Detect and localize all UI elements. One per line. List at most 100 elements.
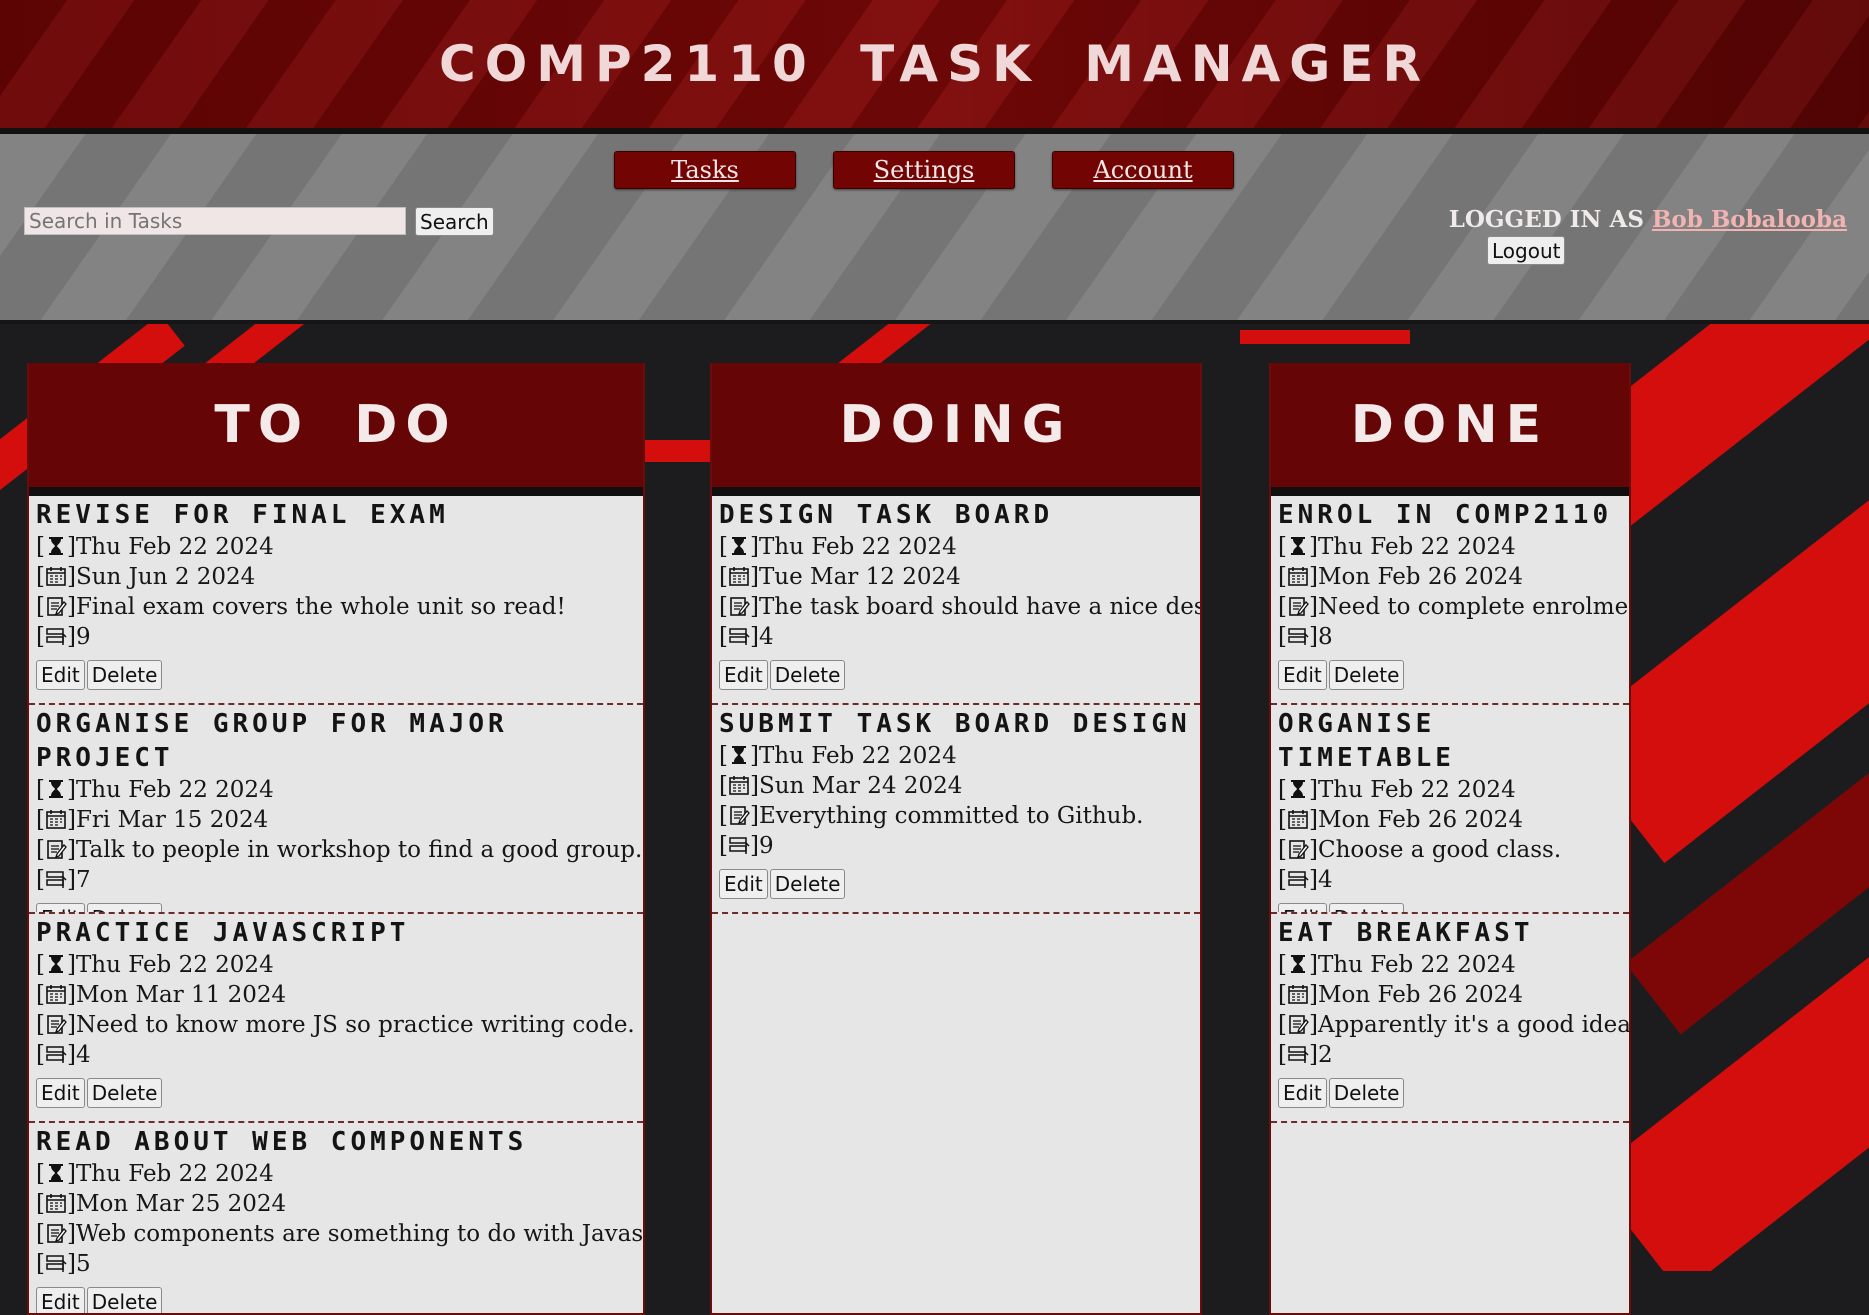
task-card[interactable]: EAT BREAKFAST []Thu Feb 22 2024 []Mon Fe… bbox=[1271, 914, 1629, 1123]
task-actions: EditDelete bbox=[36, 660, 643, 690]
nav-tasks-button[interactable]: Tasks bbox=[614, 151, 796, 189]
task-due-row: []Mon Feb 26 2024 bbox=[1278, 982, 1523, 1008]
calendar-icon bbox=[45, 1192, 67, 1214]
task-priority: 9 bbox=[758, 833, 774, 859]
column-header: DOING bbox=[712, 363, 1200, 496]
column-todo: TO DO REVISE FOR FINAL EXAM []Thu Feb 22… bbox=[27, 363, 645, 1315]
edit-button[interactable]: Edit bbox=[36, 1287, 85, 1313]
delete-button[interactable]: Delete bbox=[86, 660, 163, 690]
task-card[interactable]: ORGANISE TIMETABLE []Thu Feb 22 2024 []M… bbox=[1271, 705, 1629, 914]
nav-settings-button[interactable]: Settings bbox=[833, 151, 1015, 189]
task-priority: 8 bbox=[1317, 624, 1333, 650]
task-created-row: []Thu Feb 22 2024 bbox=[36, 534, 274, 560]
column-header: DONE bbox=[1271, 363, 1629, 496]
edit-button[interactable]: Edit bbox=[36, 903, 85, 912]
hourglass-icon bbox=[45, 535, 67, 557]
edit-button[interactable]: Edit bbox=[36, 660, 85, 690]
column-title: DONE bbox=[1350, 395, 1550, 455]
task-due-row: []Mon Feb 26 2024 bbox=[1278, 564, 1523, 590]
login-status-label: LOGGED IN AS bbox=[1448, 206, 1644, 233]
hourglass-icon bbox=[1287, 535, 1309, 557]
task-created-date: Thu Feb 22 2024 bbox=[75, 777, 274, 803]
delete-button[interactable]: Delete bbox=[1328, 1078, 1405, 1108]
calendar-icon bbox=[728, 565, 750, 587]
nav-account-button[interactable]: Account bbox=[1052, 151, 1234, 189]
task-due-date: Mon Feb 26 2024 bbox=[1317, 564, 1523, 590]
task-card[interactable]: ORGANISE GROUP FOR MAJOR PROJECT []Thu F… bbox=[29, 705, 643, 914]
task-card[interactable]: DESIGN TASK BOARD []Thu Feb 22 2024 []Tu… bbox=[712, 496, 1200, 705]
delete-button[interactable]: Delete bbox=[86, 1287, 163, 1313]
task-due-date: Tue Mar 12 2024 bbox=[758, 564, 961, 590]
task-summary-row: []Apparently it's a good idea. bbox=[1278, 1010, 1629, 1040]
edit-button[interactable]: Edit bbox=[36, 1078, 85, 1108]
edit-button[interactable]: Edit bbox=[1278, 903, 1327, 912]
task-created-date: Thu Feb 22 2024 bbox=[75, 1161, 274, 1187]
task-due-date: Sun Jun 2 2024 bbox=[75, 564, 256, 590]
user-link[interactable]: Bob Bobalooba bbox=[1652, 206, 1847, 233]
priority-icon bbox=[45, 625, 67, 647]
task-summary-row: []Need to know more JS so practice writi… bbox=[36, 1012, 635, 1038]
task-actions: EditDelete bbox=[36, 903, 643, 912]
task-due-date: Fri Mar 15 2024 bbox=[75, 807, 269, 833]
task-priority-row: []7 bbox=[36, 867, 91, 893]
task-created-date: Thu Feb 22 2024 bbox=[1317, 952, 1516, 978]
task-due-date: Sun Mar 24 2024 bbox=[758, 773, 963, 799]
task-created-row: []Thu Feb 22 2024 bbox=[1278, 952, 1516, 978]
task-actions: EditDelete bbox=[1278, 903, 1629, 912]
task-card[interactable]: SUBMIT TASK BOARD DESIGN []Thu Feb 22 20… bbox=[712, 705, 1200, 914]
delete-button[interactable]: Delete bbox=[1328, 660, 1405, 690]
task-priority: 9 bbox=[75, 624, 91, 650]
calendar-icon bbox=[45, 808, 67, 830]
logout-button[interactable]: Logout bbox=[1487, 236, 1566, 265]
task-due-row: []Sun Mar 24 2024 bbox=[719, 773, 963, 799]
search-input[interactable] bbox=[24, 207, 406, 235]
task-summary-row: []Everything committed to Github. bbox=[719, 803, 1144, 829]
task-priority-row: []9 bbox=[36, 624, 91, 650]
task-title: READ ABOUT WEB COMPONENTS bbox=[36, 1127, 528, 1157]
task-priority-row: []8 bbox=[1278, 624, 1333, 650]
task-priority-row: []4 bbox=[36, 1042, 91, 1068]
task-due-row: []Mon Mar 11 2024 bbox=[36, 982, 287, 1008]
delete-button[interactable]: Delete bbox=[86, 1078, 163, 1108]
task-priority: 5 bbox=[75, 1251, 91, 1277]
task-created-row: []Thu Feb 22 2024 bbox=[36, 952, 274, 978]
calendar-icon bbox=[45, 565, 67, 587]
task-card[interactable]: ENROL IN COMP2110 []Thu Feb 22 2024 []Mo… bbox=[1271, 496, 1629, 705]
search-button[interactable]: Search bbox=[415, 207, 494, 236]
task-card[interactable]: REVISE FOR FINAL EXAM []Thu Feb 22 2024 … bbox=[29, 496, 643, 705]
task-priority: 4 bbox=[1317, 867, 1333, 893]
task-card[interactable]: READ ABOUT WEB COMPONENTS []Thu Feb 22 2… bbox=[29, 1123, 643, 1313]
edit-button[interactable]: Edit bbox=[1278, 1078, 1327, 1108]
delete-button[interactable]: Delete bbox=[769, 869, 846, 899]
task-summary: The task board should have a nice design… bbox=[758, 594, 1200, 620]
task-due-date: Mon Mar 25 2024 bbox=[75, 1191, 287, 1217]
edit-button[interactable]: Edit bbox=[1278, 660, 1327, 690]
task-summary-row: []Need to complete enrolment. bbox=[1278, 592, 1629, 622]
priority-icon bbox=[1287, 625, 1309, 647]
task-actions: EditDelete bbox=[719, 869, 1200, 899]
task-summary-row: []Talk to people in workshop to find a g… bbox=[36, 837, 643, 863]
task-card[interactable]: PRACTICE JAVASCRIPT []Thu Feb 22 2024 []… bbox=[29, 914, 643, 1123]
task-list: DESIGN TASK BOARD []Thu Feb 22 2024 []Tu… bbox=[712, 496, 1200, 914]
column-doing: DOING DESIGN TASK BOARD []Thu Feb 22 202… bbox=[710, 363, 1202, 1315]
task-due-date: Mon Feb 26 2024 bbox=[1317, 982, 1523, 1008]
task-created-date: Thu Feb 22 2024 bbox=[75, 534, 274, 560]
task-title: EAT BREAKFAST bbox=[1278, 918, 1534, 948]
task-created-date: Thu Feb 22 2024 bbox=[1317, 777, 1516, 803]
delete-button[interactable]: Delete bbox=[1328, 903, 1405, 912]
priority-icon bbox=[1287, 1043, 1309, 1065]
task-priority-row: []2 bbox=[1278, 1042, 1333, 1068]
task-title: REVISE FOR FINAL EXAM bbox=[36, 500, 449, 530]
task-summary-row: []The task board should have a nice desi… bbox=[719, 592, 1200, 622]
task-summary: Web components are something to do with … bbox=[75, 1221, 643, 1247]
edit-button[interactable]: Edit bbox=[719, 869, 768, 899]
task-created-row: []Thu Feb 22 2024 bbox=[719, 743, 957, 769]
delete-button[interactable]: Delete bbox=[769, 660, 846, 690]
task-created-date: Thu Feb 22 2024 bbox=[758, 743, 957, 769]
calendar-icon bbox=[1287, 808, 1309, 830]
notepad-icon bbox=[728, 595, 750, 617]
priority-icon bbox=[1287, 868, 1309, 890]
edit-button[interactable]: Edit bbox=[719, 660, 768, 690]
delete-button[interactable]: Delete bbox=[86, 903, 163, 912]
task-priority-row: []4 bbox=[1278, 867, 1333, 893]
